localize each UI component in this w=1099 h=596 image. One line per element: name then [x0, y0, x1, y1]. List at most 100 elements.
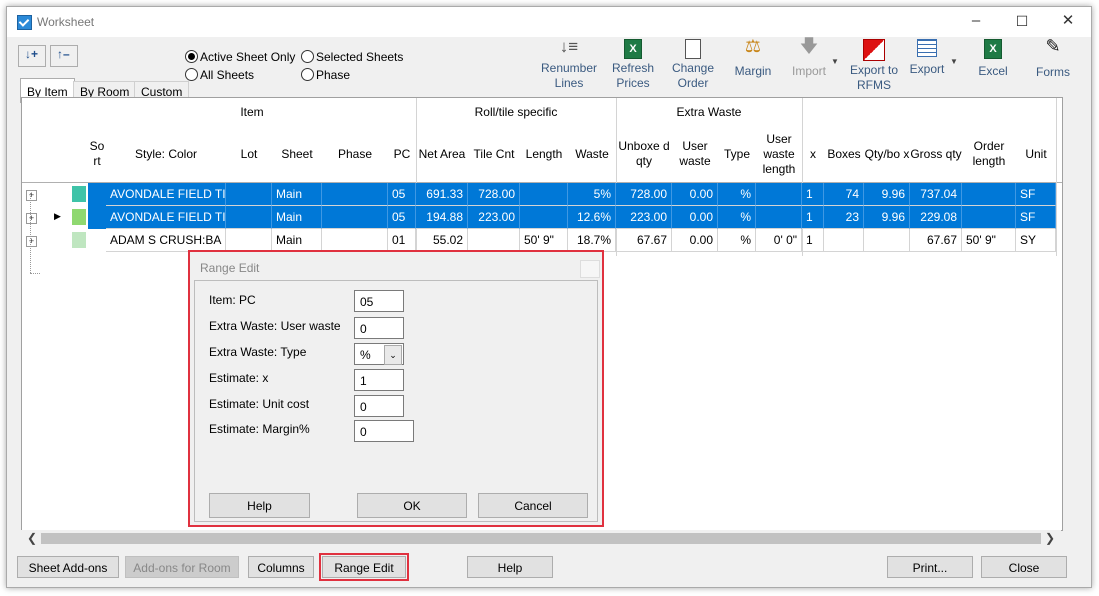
grid-cell-uwl[interactable]: 0' 0" [756, 229, 802, 252]
grid-cell-order[interactable] [962, 206, 1016, 229]
grid-cell-phase[interactable] [322, 183, 388, 206]
forms-button[interactable]: ✎ Forms [1025, 37, 1081, 80]
column-header-sheet[interactable]: Sheet [272, 126, 322, 182]
column-header-user-waste[interactable]: User waste [672, 126, 718, 182]
x-input[interactable]: 1 [354, 369, 404, 391]
unit-cost-input[interactable]: 0 [354, 395, 404, 417]
grid-cell-length[interactable] [520, 183, 568, 206]
grid-cell-tile[interactable]: 728.00 [468, 183, 520, 206]
grid-cell-type[interactable]: % [718, 206, 756, 229]
scroll-right-icon[interactable]: ❯ [1045, 531, 1055, 545]
column-header-pc[interactable]: PC [388, 126, 416, 182]
grid-cell-gross[interactable]: 67.67 [910, 229, 962, 252]
grid-cell-waste[interactable]: 18.7% [568, 229, 616, 252]
grid-cell-gross[interactable]: 229.08 [910, 206, 962, 229]
grid-cell-uwl[interactable] [756, 206, 802, 229]
column-header-boxes[interactable]: Boxes [824, 126, 864, 182]
close-icon[interactable]: ✕ [1045, 7, 1091, 37]
column-header-unit[interactable]: Unit [1016, 126, 1056, 182]
grid-cell-sheet[interactable]: Main [272, 206, 322, 229]
grid-cell-length[interactable] [520, 206, 568, 229]
grid-cell-style[interactable]: AVONDALE FIELD TI [106, 183, 226, 206]
grid-cell-order[interactable]: 50' 9" [962, 229, 1016, 252]
table-row[interactable]: + AVONDALE FIELD TI Main 05 691.33 728.00 5% 72… [22, 183, 1062, 206]
minimize-icon[interactable]: – [953, 7, 999, 37]
table-row[interactable]: + ▶ AVONDALE FIELD TI Main 05 194.88 223.00 12.… [22, 206, 1062, 229]
close-button[interactable]: Close [981, 556, 1067, 578]
export-to-rfms-button[interactable]: Export to RFMS [845, 39, 903, 93]
column-header-unboxed-qty[interactable]: Unboxe d qty [616, 126, 672, 182]
grid-cell-x[interactable]: 1 [802, 229, 824, 252]
column-header-order-length[interactable]: Order length [962, 126, 1016, 182]
sort-ascending-button[interactable]: ↓+ [18, 45, 46, 67]
grid-cell-x[interactable]: 1 [802, 206, 824, 229]
grid-cell-unit[interactable]: SF [1016, 183, 1056, 206]
maximize-icon[interactable]: ☐ [999, 7, 1045, 37]
grid-cell-style[interactable]: AVONDALE FIELD TI [106, 206, 226, 229]
column-header-type[interactable]: Type [718, 126, 756, 182]
radio-all-sheets[interactable]: All Sheets [185, 68, 254, 82]
grid-cell-tile[interactable]: 223.00 [468, 206, 520, 229]
renumber-lines-button[interactable]: ↓≡ Renumber Lines [535, 38, 603, 91]
radio-selected-sheets[interactable]: Selected Sheets [301, 50, 403, 64]
export-dropdown-icon[interactable]: ▼ [950, 57, 958, 66]
column-header-waste[interactable]: Waste [568, 126, 616, 182]
grid-cell-sheet[interactable]: Main [272, 229, 322, 252]
excel-button[interactable]: X Excel [965, 39, 1021, 79]
table-row[interactable]: + ADAM S CRUSH:BA Main 01 55.02 50' 9" 18.7% 67… [22, 229, 1062, 252]
dialog-help-button[interactable]: Help [209, 493, 310, 518]
grid-cell-boxes[interactable]: 74 [824, 183, 864, 206]
column-header-style-color[interactable]: Style: Color [106, 126, 226, 182]
grid-cell-unboxed[interactable]: 67.67 [616, 229, 672, 252]
radio-phase[interactable]: Phase [301, 68, 350, 82]
chevron-down-icon[interactable]: ⌄ [384, 345, 402, 365]
grid-cell-style[interactable]: ADAM S CRUSH:BA [106, 229, 226, 252]
grid-cell-pc[interactable]: 01 [388, 229, 416, 252]
scroll-left-icon[interactable]: ❮ [27, 531, 37, 545]
type-select[interactable]: % ⌄ [354, 343, 404, 365]
margin-button[interactable]: ⚖ Margin [727, 37, 779, 79]
grid-cell-lot[interactable] [226, 229, 272, 252]
grid-cell-unit[interactable]: SF [1016, 206, 1056, 229]
grid-cell-gross[interactable]: 737.04 [910, 183, 962, 206]
grid-cell-uwaste[interactable]: 0.00 [672, 206, 718, 229]
column-header-sort[interactable]: So rt [88, 126, 106, 182]
column-header-net-area[interactable]: Net Area [416, 126, 468, 182]
import-dropdown-icon[interactable]: ▼ [831, 57, 839, 66]
grid-cell-sheet[interactable]: Main [272, 183, 322, 206]
column-header-qty-per-box[interactable]: Qty/bo x [864, 126, 910, 182]
grid-cell-phase[interactable] [322, 206, 388, 229]
grid-cell-boxes[interactable] [824, 229, 864, 252]
grid-cell-type[interactable]: % [718, 229, 756, 252]
column-header-phase[interactable]: Phase [322, 126, 388, 182]
grid-cell-net[interactable]: 691.33 [416, 183, 468, 206]
grid-cell-lot[interactable] [226, 206, 272, 229]
margin-input[interactable]: 0 [354, 420, 414, 442]
grid-cell-unboxed[interactable]: 728.00 [616, 183, 672, 206]
dialog-close-icon[interactable] [580, 260, 600, 278]
export-button[interactable]: Export [903, 39, 951, 77]
grid-cell-length[interactable]: 50' 9" [520, 229, 568, 252]
dialog-cancel-button[interactable]: Cancel [478, 493, 588, 518]
user-waste-input[interactable]: 0 [354, 317, 404, 339]
column-header-gross-qty[interactable]: Gross qty [910, 126, 962, 182]
grid-cell-order[interactable] [962, 183, 1016, 206]
column-header-tile-cnt[interactable]: Tile Cnt [468, 126, 520, 182]
grid-cell-qtybox[interactable] [864, 229, 910, 252]
horizontal-scrollbar[interactable]: ❮ ❯ [21, 530, 1061, 547]
change-order-button[interactable]: Change Order [663, 39, 723, 91]
grid-cell-phase[interactable] [322, 229, 388, 252]
radio-active-sheet-only[interactable]: Active Sheet Only [185, 50, 295, 64]
grid-cell-pc[interactable]: 05 [388, 183, 416, 206]
grid-cell-uwaste[interactable]: 0.00 [672, 183, 718, 206]
column-header-lot[interactable]: Lot [226, 126, 272, 182]
grid-cell-pc[interactable]: 05 [388, 206, 416, 229]
import-button[interactable]: 🡇 Import [779, 37, 839, 79]
column-header-length[interactable]: Length [520, 126, 568, 182]
grid-cell-unboxed[interactable]: 223.00 [616, 206, 672, 229]
grid-cell-unit[interactable]: SY [1016, 229, 1056, 252]
scrollbar-thumb[interactable] [41, 533, 1041, 544]
grid-cell-uwl[interactable] [756, 183, 802, 206]
grid-cell-lot[interactable] [226, 183, 272, 206]
grid-cell-net[interactable]: 55.02 [416, 229, 468, 252]
